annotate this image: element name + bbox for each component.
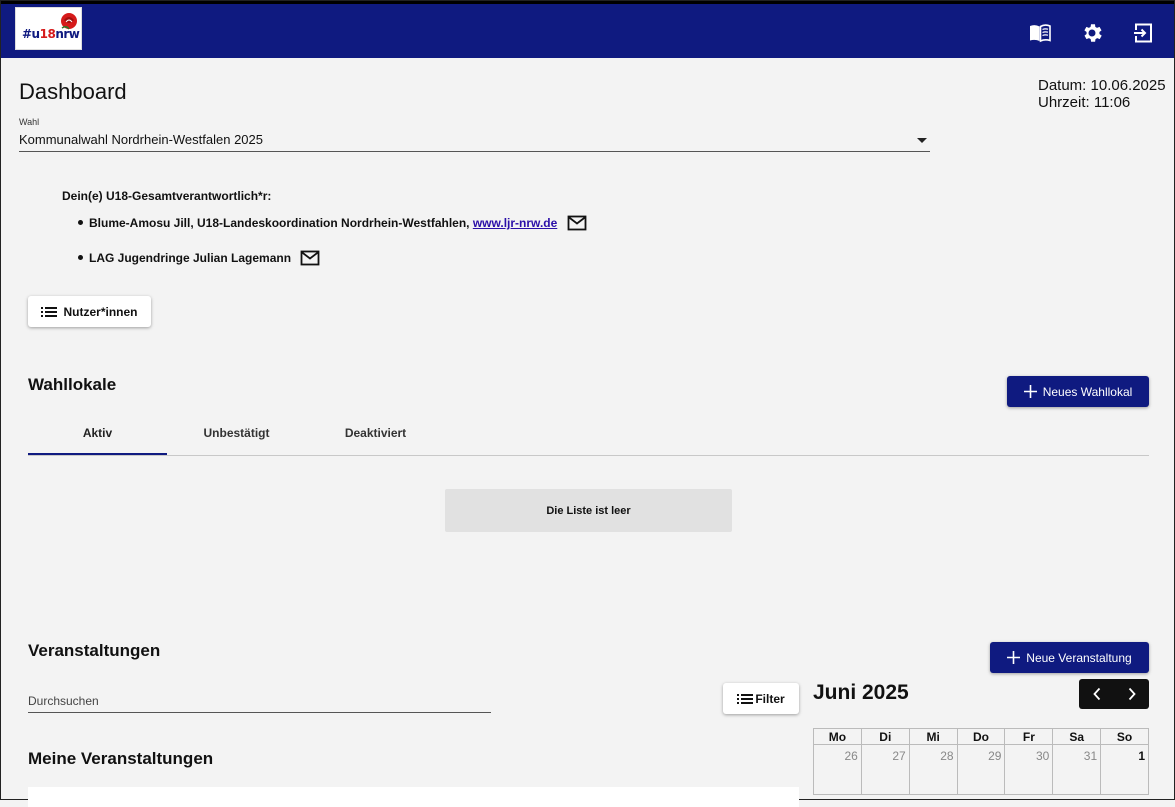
calendar-day[interactable]: 31 [1053, 745, 1102, 794]
wahllokale-tabs: Aktiv Unbestätigt Deaktiviert [28, 420, 1149, 456]
date-time-info: Datum: 10.06.2025 Uhrzeit: 11:06 [1038, 77, 1166, 111]
caret-down-icon [917, 138, 927, 143]
filter-button[interactable]: Filter [723, 683, 799, 714]
new-veranstaltung-button[interactable]: Neue Veranstaltung [990, 642, 1149, 673]
date-label: Datum: 10.06.2025 [1038, 77, 1166, 94]
bullet [78, 255, 83, 260]
new-wahllokal-button[interactable]: Neues Wahllokal [1007, 376, 1149, 407]
tab-deaktiviert[interactable]: Deaktiviert [306, 420, 445, 454]
calendar-week-row: 26 27 28 29 30 31 1 [813, 745, 1150, 795]
weekday-label: Mi [910, 729, 958, 744]
list-icon [41, 306, 58, 317]
calendar-day[interactable]: 30 [1005, 745, 1054, 794]
calendar-day[interactable]: 29 [958, 745, 1006, 794]
weekday-label: Do [958, 729, 1006, 744]
my-events-title: Meine Veranstaltungen [28, 749, 214, 768]
mail-icon[interactable] [567, 215, 587, 231]
weekday-label: So [1116, 730, 1133, 744]
my-events-list [28, 787, 799, 807]
logout-icon[interactable] [1131, 21, 1155, 45]
responsibles-heading: Dein(e) U18-Gesamtverantwortlich*r: [62, 189, 272, 203]
plus-icon [1007, 651, 1021, 664]
list-icon [737, 693, 754, 704]
weekday-label: Mo [814, 729, 862, 744]
chevron-left-icon [1092, 687, 1100, 701]
tab-aktiv[interactable]: Aktiv [28, 420, 167, 455]
calendar-month-label: Juni 2025 [813, 681, 909, 704]
election-select[interactable]: Kommunalwahl Nordrhein-Westfalen 2025 [19, 130, 930, 152]
calendar-weekday-header: Mo Di Mi Do Fr Sa So [813, 728, 1149, 745]
wahllokale-title: Wahllokale [28, 375, 117, 394]
prev-month-button[interactable] [1079, 679, 1114, 709]
election-select-label: Wahl [19, 117, 40, 127]
plus-icon [1023, 385, 1037, 398]
calendar-day[interactable]: 1 [1101, 745, 1150, 794]
next-month-button[interactable] [1114, 679, 1149, 709]
responsible-item: LAG Jugendringe Julian Lagemann [78, 250, 320, 266]
website-link[interactable]: www.ljr-nrw.de [473, 216, 557, 230]
empty-list-message: Die Liste ist leer [445, 489, 732, 532]
bullet [78, 220, 83, 225]
veranstaltungen-title: Veranstaltungen [28, 641, 161, 660]
logo-text: #u18nrw [22, 27, 80, 41]
responsible-item: Blume-Amosu Jill, U18-Landeskoordination… [78, 215, 587, 231]
calendar-day[interactable]: 27 [862, 745, 910, 794]
calendar-day[interactable]: 26 [814, 745, 862, 794]
users-button[interactable]: Nutzer*innen [28, 296, 151, 327]
book-open-icon[interactable] [1028, 21, 1052, 45]
weekday-label: Di [862, 729, 910, 744]
search-input[interactable] [28, 689, 491, 713]
calendar-nav [1079, 679, 1149, 709]
chevron-right-icon [1128, 687, 1136, 701]
u18-logo[interactable]: #u18nrw [15, 7, 82, 50]
mail-icon[interactable] [300, 250, 320, 266]
gear-icon[interactable] [1080, 21, 1104, 45]
calendar-day[interactable]: 28 [910, 745, 958, 794]
weekday-label: Sa [1053, 729, 1102, 744]
election-select-value: Kommunalwahl Nordrhein-Westfalen 2025 [19, 132, 263, 147]
weekday-label: Fr [1005, 729, 1054, 744]
page-title: Dashboard [19, 79, 127, 104]
top-app-bar: #u18nrw [1, 1, 1174, 58]
tab-unbestaetigt[interactable]: Unbestätigt [167, 420, 306, 454]
time-label: Uhrzeit: 11:06 [1038, 94, 1131, 111]
